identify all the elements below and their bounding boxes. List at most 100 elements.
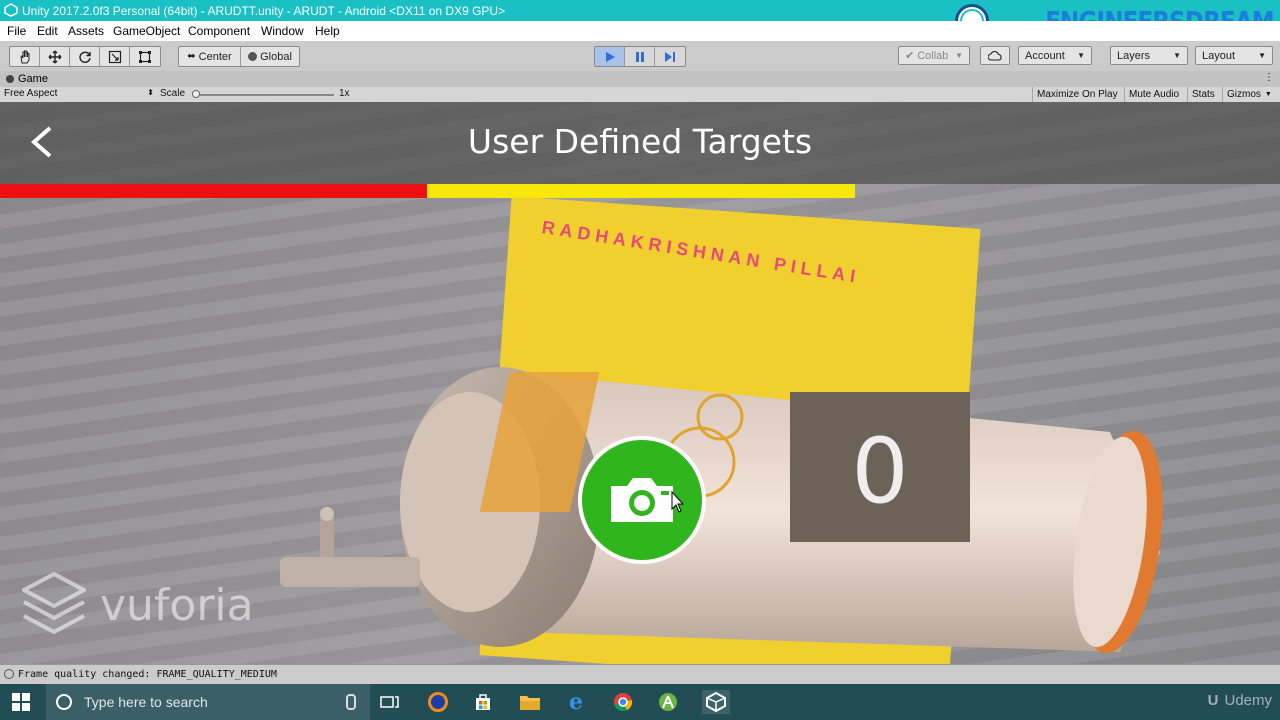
mouse-cursor-icon (671, 491, 685, 513)
scale-label: Scale (160, 88, 186, 99)
app-header-bar: User Defined Targets (0, 102, 1280, 184)
globe-icon (248, 52, 258, 61)
svg-text:0: 0 (851, 419, 908, 524)
chevron-down-icon: ▼ (1173, 51, 1181, 60)
scale-value: 1x (339, 88, 350, 99)
collab-dropdown[interactable]: ✔ Collab ▼ (898, 46, 970, 65)
pivot-center-label: Center (198, 50, 232, 63)
vuforia-brand-text: vuforia (100, 579, 254, 631)
account-dropdown[interactable]: Account ▼ (1018, 46, 1092, 65)
updown-icon: ⬍ (147, 88, 154, 97)
step-icon (665, 51, 675, 62)
scale-tool-icon[interactable] (100, 47, 130, 66)
menu-window[interactable]: Window (261, 24, 304, 38)
camera-capture-button[interactable] (578, 436, 706, 564)
pause-button[interactable] (625, 47, 655, 66)
pivot-center-button[interactable]: ⬌ Center (179, 47, 241, 66)
tab-game-label: Game (18, 73, 48, 85)
unity-taskbar-icon[interactable] (702, 690, 730, 714)
pivot-global-button[interactable]: Global (241, 47, 299, 66)
progress-bar-yellow (427, 184, 855, 198)
menu-gameobject[interactable]: GameObject (113, 24, 180, 38)
chrome-icon[interactable] (611, 690, 635, 714)
pivot-icon: ⬌ (187, 51, 196, 62)
task-view-icon[interactable] (378, 690, 402, 714)
maximize-label: Maximize On Play (1037, 89, 1118, 100)
maximize-on-play-toggle[interactable]: Maximize On Play (1032, 87, 1122, 102)
menu-component[interactable]: Component (188, 24, 250, 38)
vuforia-cube-icon (22, 572, 86, 635)
stats-label: Stats (1192, 89, 1215, 100)
status-message[interactable]: Frame quality changed: FRAME_QUALITY_MED… (18, 669, 277, 680)
layout-label: Layout (1202, 49, 1236, 62)
gizmos-dropdown[interactable]: Gizmos ▼ (1222, 87, 1279, 102)
move-tool-icon[interactable] (40, 47, 70, 66)
windows-start-icon[interactable] (12, 693, 30, 711)
camera-icon (611, 478, 673, 522)
spray-canister-image: 0 (280, 367, 1163, 654)
cortana-icon (56, 694, 72, 710)
scale-slider-thumb[interactable] (192, 90, 200, 98)
info-icon (4, 669, 14, 679)
udemy-label: Udemy (1224, 692, 1272, 709)
layout-dropdown[interactable]: Layout ▼ (1195, 46, 1273, 65)
account-label: Account (1025, 49, 1065, 62)
taskbar-search-box[interactable]: Type here to search (46, 684, 370, 720)
pivot-global-label: Global (260, 50, 292, 63)
mute-label: Mute Audio (1129, 89, 1180, 100)
panel-menu-icon[interactable]: ⋮ (1264, 72, 1274, 83)
game-viewport: RADHAKRISHNAN PILLAI 0 User Defined Targ… (0, 102, 1280, 664)
window-title: Unity 2017.2.0f3 Personal (64bit) - ARUD… (22, 4, 506, 18)
hand-tool-icon[interactable] (10, 47, 40, 66)
chevron-down-icon: ▼ (1264, 91, 1272, 98)
firefox-icon[interactable] (426, 690, 450, 714)
aspect-dropdown[interactable]: Free Aspect ⬍ (4, 88, 154, 99)
chevron-down-icon: ▼ (1077, 51, 1085, 60)
game-panel-header: Game ⋮ (0, 71, 1280, 87)
chevron-down-icon: ▼ (955, 51, 963, 60)
menu-bar: File Edit Assets GameObject Component Wi… (0, 21, 1280, 41)
udemy-watermark: U Udemy (1208, 692, 1272, 709)
udemy-logo-icon: U (1207, 692, 1219, 709)
step-button[interactable] (655, 47, 685, 66)
rect-tool-icon[interactable] (130, 47, 160, 66)
layers-dropdown[interactable]: Layers ▼ (1110, 46, 1188, 65)
collab-label: Collab (917, 49, 949, 62)
cloud-icon (988, 50, 1002, 61)
layers-label: Layers (1117, 49, 1151, 62)
game-view-toolbar: Free Aspect ⬍ Scale 1x Maximize On Play … (0, 87, 1280, 103)
cloud-button[interactable] (980, 46, 1010, 65)
play-button[interactable] (595, 47, 625, 66)
file-explorer-icon[interactable] (518, 690, 542, 714)
check-icon: ✔ (905, 50, 915, 62)
console-status-bar: Frame quality changed: FRAME_QUALITY_MED… (0, 664, 1280, 685)
android-studio-icon[interactable] (656, 690, 680, 714)
microphone-icon[interactable] (346, 694, 356, 710)
stats-toggle[interactable]: Stats (1187, 87, 1219, 102)
menu-assets[interactable]: Assets (68, 24, 104, 38)
progress-bar-red (0, 184, 427, 198)
store-icon[interactable] (471, 690, 495, 714)
gizmos-label: Gizmos (1227, 89, 1261, 100)
app-title: User Defined Targets (467, 122, 813, 161)
pause-icon (635, 51, 644, 62)
scale-slider-track[interactable] (196, 94, 334, 96)
vuforia-logo: vuforia (22, 572, 254, 638)
search-placeholder: Type here to search (84, 694, 208, 710)
pivot-controls: ⬌ Center Global (178, 46, 300, 67)
menu-file[interactable]: File (7, 24, 26, 38)
menu-help[interactable]: Help (315, 24, 340, 38)
rotate-tool-icon[interactable] (70, 47, 100, 66)
chevron-down-icon: ▼ (1258, 51, 1266, 60)
mute-audio-toggle[interactable]: Mute Audio (1124, 87, 1183, 102)
main-toolbar: ⬌ Center Global ✔ Collab ▼ Account ▼ Lay… (0, 41, 1280, 72)
play-icon (605, 51, 615, 62)
edge-icon[interactable]: e (564, 689, 588, 715)
playback-controls (594, 46, 686, 67)
game-pacman-icon (6, 75, 14, 83)
aspect-label: Free Aspect (4, 88, 58, 99)
menu-edit[interactable]: Edit (37, 24, 58, 38)
unity-icon (4, 3, 18, 17)
windows-taskbar: Type here to search e U Udemy (0, 684, 1280, 720)
tab-game[interactable]: Game (6, 71, 48, 87)
